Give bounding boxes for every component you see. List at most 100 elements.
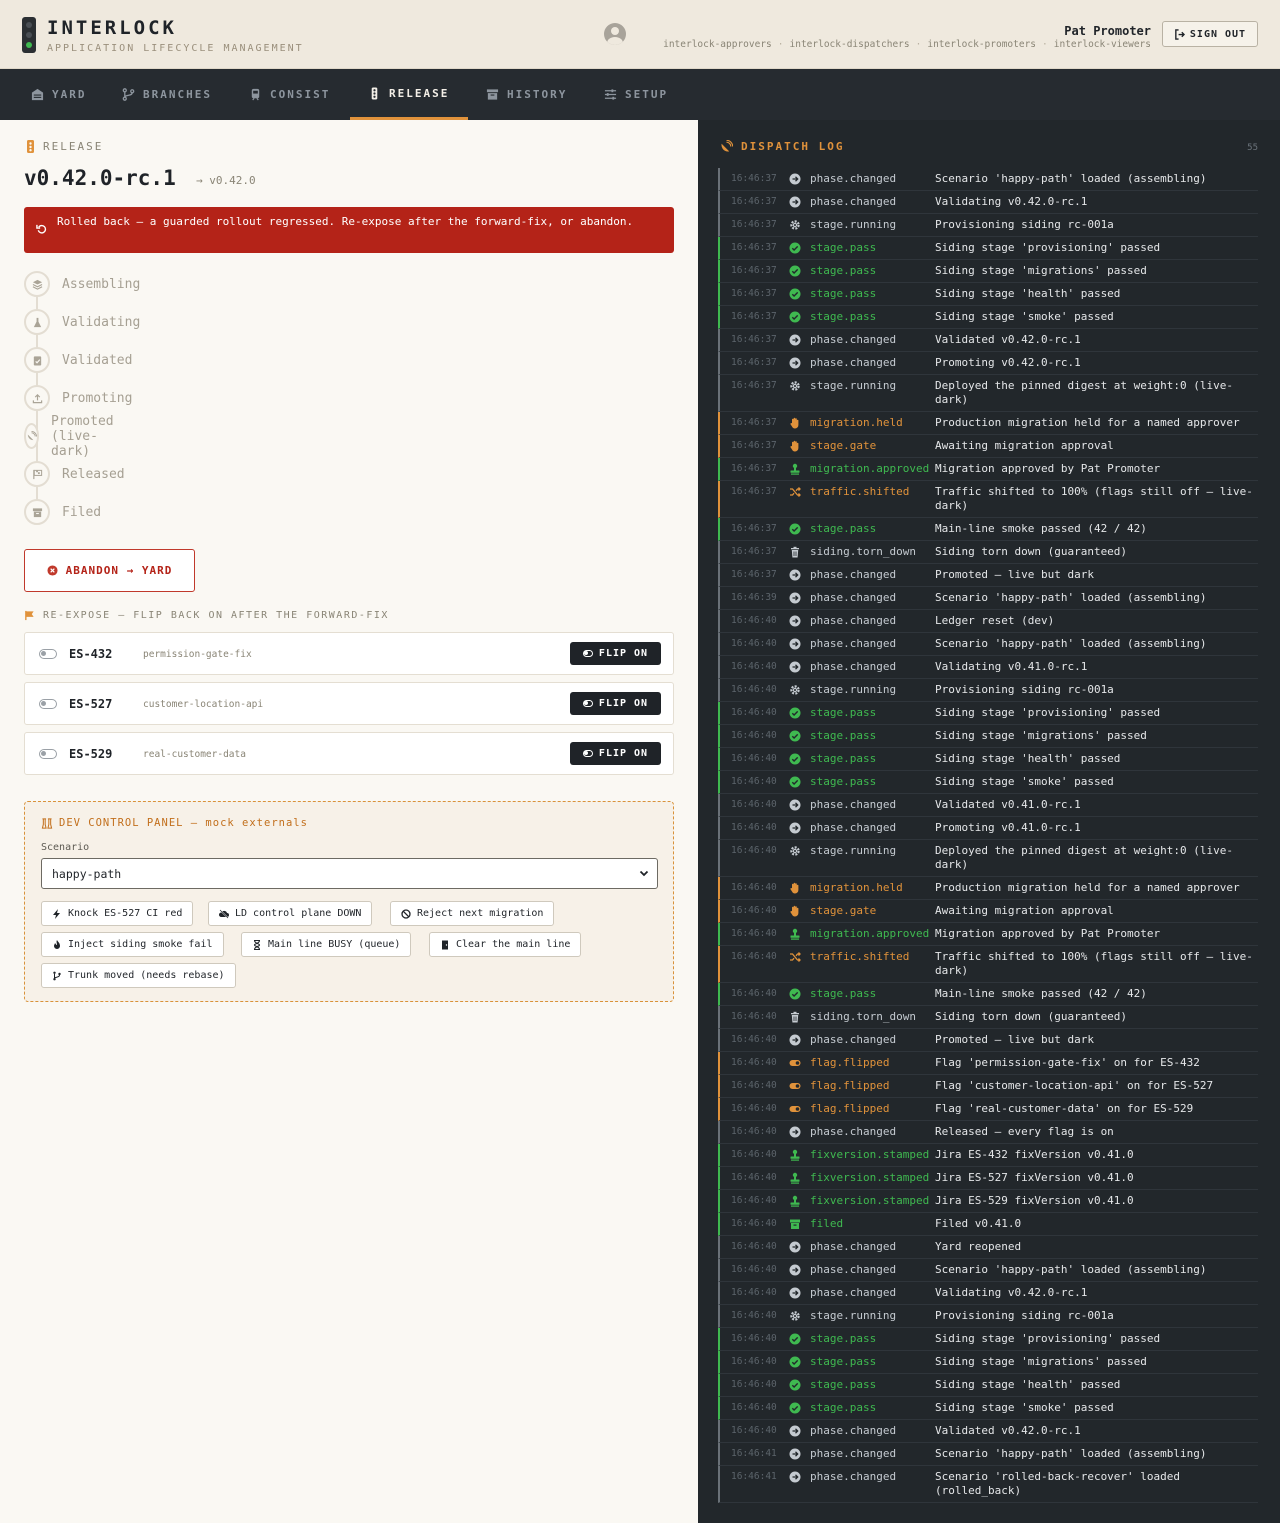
log-row: 16:46:40 stage.pass Siding stage 'provisio… bbox=[718, 1328, 1258, 1351]
log-event-type: phase.changed bbox=[810, 333, 897, 346]
log-timestamp: 16:46:40 bbox=[731, 799, 777, 810]
dev-control-panel: DEV CONTROL PANEL — mock externals Scena… bbox=[24, 801, 674, 1002]
log-row: 16:46:40 phase.changed Validating v0.42.0-… bbox=[718, 1282, 1258, 1305]
traffic-light-icon bbox=[371, 86, 378, 100]
dev-panel-title-text: DEV CONTROL PANEL — mock externals bbox=[59, 817, 308, 829]
log-row: 16:46:40 phase.changed Promoted — live but… bbox=[718, 1029, 1258, 1052]
tab-setup[interactable]: SETUP bbox=[604, 69, 668, 120]
log-row: 16:46:37 phase.changed Promoting v0.42.0-r… bbox=[718, 352, 1258, 375]
log-timestamp: 16:46:40 bbox=[731, 1126, 777, 1137]
log-row: 16:46:40 stage.pass Siding stage 'provisio… bbox=[718, 702, 1258, 725]
tab-label: HISTORY bbox=[507, 88, 568, 101]
traffic-light-logo-icon bbox=[22, 17, 36, 53]
log-row: 16:46:40 stage.running Provisioning siding… bbox=[718, 679, 1258, 702]
bolt-icon bbox=[53, 908, 60, 919]
log-event-type: phase.changed bbox=[810, 1240, 897, 1253]
step-label: Validated bbox=[62, 352, 133, 368]
log-message: Migration approved by Pat Promoter bbox=[935, 462, 1161, 475]
dev-button-label: Clear the main line bbox=[456, 939, 571, 950]
log-timestamp: 16:46:37 bbox=[731, 219, 777, 230]
abandon-label: ABANDON → YARD bbox=[65, 564, 173, 577]
log-timestamp: 16:46:40 bbox=[731, 905, 777, 916]
step-validated: Validated bbox=[24, 347, 132, 373]
reject-migration-button[interactable]: Reject next migration bbox=[390, 901, 555, 926]
chevron-down-icon bbox=[639, 870, 649, 877]
log-message: Jira ES-432 fixVersion v0.41.0 bbox=[935, 1148, 1134, 1161]
log-event-type: phase.changed bbox=[810, 637, 897, 650]
flip-on-button[interactable]: FLIP ON bbox=[570, 642, 661, 665]
tab-yard[interactable]: YARD bbox=[31, 69, 87, 120]
ld-down-button[interactable]: LD control plane DOWN bbox=[208, 901, 373, 926]
scenario-select[interactable]: happy-path bbox=[41, 858, 658, 889]
log-row: 16:46:40 phase.changed Released — every fl… bbox=[718, 1121, 1258, 1144]
log-event-type: phase.changed bbox=[810, 172, 897, 185]
log-message: Awaiting migration approval bbox=[935, 904, 1114, 917]
dispatch-log-panel: DISPATCH LOG 55 16:46:37 phase.changed Sce… bbox=[698, 120, 1280, 1523]
log-row: 16:46:40 flag.flipped Flag 'real-customer-… bbox=[718, 1098, 1258, 1121]
log-event-type: phase.changed bbox=[810, 798, 897, 811]
arrow-circle-icon bbox=[789, 196, 801, 208]
log-row: 16:46:40 stage.pass Siding stage 'health' … bbox=[718, 748, 1258, 771]
log-message: Validated v0.42.0-rc.1 bbox=[935, 1424, 1081, 1437]
gear-icon bbox=[790, 685, 800, 695]
stamp-icon bbox=[790, 928, 800, 940]
log-event-type: stage.pass bbox=[810, 729, 877, 742]
tab-release[interactable]: RELEASE bbox=[350, 69, 468, 120]
log-event-type: stage.gate bbox=[810, 439, 877, 452]
log-timestamp: 16:46:40 bbox=[731, 1057, 777, 1068]
log-event-type: traffic.shifted bbox=[810, 485, 910, 498]
flip-on-button[interactable]: FLIP ON bbox=[570, 742, 661, 765]
knock-ci-red-button[interactable]: Knock ES-527 CI red bbox=[41, 901, 194, 926]
sign-out-button[interactable]: SIGN OUT bbox=[1162, 21, 1258, 47]
log-timestamp: 16:46:40 bbox=[731, 615, 777, 626]
check-circle-icon bbox=[789, 730, 801, 742]
log-message: Scenario 'happy-path' loaded (assembling… bbox=[935, 1447, 1207, 1460]
log-message: Jira ES-529 fixVersion v0.41.0 bbox=[935, 1194, 1134, 1207]
tab-consist[interactable]: CONSIST bbox=[249, 69, 330, 120]
satellite-dish-icon bbox=[721, 140, 733, 152]
scenario-value: happy-path bbox=[52, 867, 122, 881]
check-circle-icon bbox=[789, 1356, 801, 1368]
clear-main-line-button[interactable]: Clear the main line bbox=[429, 932, 582, 957]
log-message: Yard reopened bbox=[935, 1240, 1022, 1253]
log-message: Scenario 'happy-path' loaded (assembling… bbox=[935, 591, 1207, 604]
log-event-type: stage.pass bbox=[810, 1332, 877, 1345]
log-event-type: flag.flipped bbox=[810, 1102, 890, 1115]
trunk-moved-button[interactable]: Trunk moved (needs rebase) bbox=[41, 963, 236, 988]
log-event-type: phase.changed bbox=[810, 660, 897, 673]
flip-on-button[interactable]: FLIP ON bbox=[570, 692, 661, 715]
log-row: 16:46:37 stage.running Provisioning siding… bbox=[718, 214, 1258, 237]
dispatch-log-title: DISPATCH LOG bbox=[741, 140, 845, 153]
scenario-label: Scenario bbox=[41, 842, 90, 853]
log-timestamp: 16:46:37 bbox=[731, 546, 777, 557]
log-message: Provisioning siding rc-001a bbox=[935, 683, 1114, 696]
log-event-type: traffic.shifted bbox=[810, 950, 910, 963]
flip-label: FLIP ON bbox=[598, 698, 649, 709]
tab-history[interactable]: HISTORY bbox=[486, 69, 567, 120]
main-line-busy-button[interactable]: Main line BUSY (queue) bbox=[241, 932, 412, 957]
log-row: 16:46:40 stage.pass Siding stage 'smoke' p… bbox=[718, 1397, 1258, 1420]
toggle-off-icon[interactable] bbox=[39, 749, 57, 759]
log-message: Siding stage 'health' passed bbox=[935, 1378, 1121, 1391]
log-timestamp: 16:46:37 bbox=[731, 334, 777, 345]
abandon-button[interactable]: ABANDON → YARD bbox=[24, 549, 195, 592]
log-timestamp: 16:46:40 bbox=[731, 1011, 777, 1022]
inject-smoke-fail-button[interactable]: Inject siding smoke fail bbox=[41, 932, 224, 957]
toggle-off-icon[interactable] bbox=[39, 699, 57, 709]
tab-label: YARD bbox=[52, 88, 87, 101]
dev-button-label: Trunk moved (needs rebase) bbox=[68, 970, 225, 981]
log-row: 16:46:40 flag.flipped Flag 'customer-locat… bbox=[718, 1075, 1258, 1098]
step-assembling: Assembling bbox=[24, 271, 140, 297]
user-name: Pat Promoter bbox=[1064, 24, 1151, 38]
warehouse-icon bbox=[31, 88, 44, 101]
log-event-type: flag.flipped bbox=[810, 1056, 890, 1069]
log-timestamp: 16:46:40 bbox=[731, 1195, 777, 1206]
log-row: 16:46:37 stage.pass Siding stage 'health' … bbox=[718, 283, 1258, 306]
toggle-off-icon[interactable] bbox=[39, 649, 57, 659]
log-row: 16:46:40 phase.changed Promoting v0.41.0-r… bbox=[718, 817, 1258, 840]
tab-branches[interactable]: BRANCHES bbox=[122, 69, 212, 120]
stamp-icon bbox=[790, 1172, 800, 1184]
log-timestamp: 16:46:40 bbox=[731, 1356, 777, 1367]
avatar[interactable] bbox=[604, 23, 626, 45]
log-message: Validating v0.41.0-rc.1 bbox=[935, 660, 1088, 673]
